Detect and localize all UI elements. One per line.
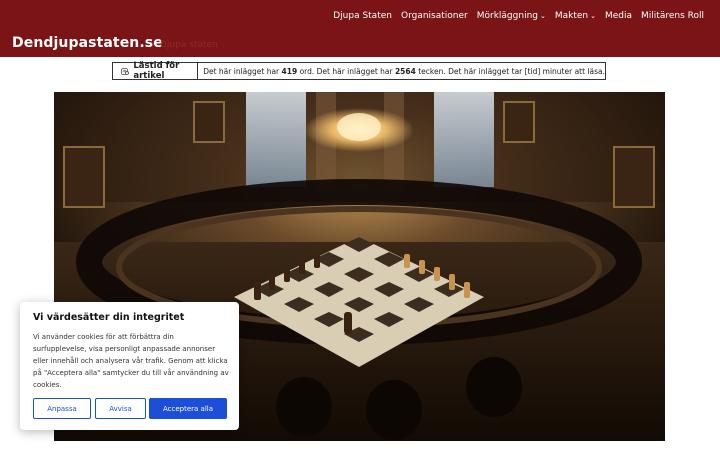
customize-button[interactable]: Anpassa xyxy=(33,398,91,419)
nav-item-label: Makten xyxy=(554,11,589,21)
nav-item-djupa-staten[interactable]: Djupa Staten xyxy=(333,11,392,21)
reading-stats: Det här inlägget har 419 ord. Det här in… xyxy=(198,67,605,76)
reading-time-label: Lästid för artikel xyxy=(133,61,180,81)
nav-item-label: Mörkläggning xyxy=(476,11,538,21)
nav-item-media[interactable]: Media xyxy=(605,11,632,21)
accept-all-button[interactable]: Acceptera alla xyxy=(149,398,227,419)
nav-item-organisationer[interactable]: Organisationer xyxy=(401,11,468,21)
nav-item-label: Organisationer xyxy=(400,11,468,21)
nav-item-label: Media xyxy=(605,11,633,21)
cookie-consent-banner: Vi värdesätter din integritet Vi använde… xyxy=(20,302,239,430)
reading-stats-text-3: tecken. Det här inlägget tar [tid] minut… xyxy=(415,66,605,76)
nav-item-morklaggning[interactable]: Mörkläggning ⌄ xyxy=(477,11,546,21)
reading-time-label-box: Lästid för artikel xyxy=(113,61,199,81)
nav-item-militarens-roll[interactable]: Militärens Roll xyxy=(641,11,704,21)
chevron-down-icon: ⌄ xyxy=(539,11,546,20)
main-nav: Djupa Staten Organisationer Mörkläggning… xyxy=(333,11,704,21)
chevron-down-icon: ⌄ xyxy=(590,11,596,20)
site-header: Dendjupastaten.se Djupa staten Djupa Sta… xyxy=(0,0,720,57)
cookie-title: Vi värdesätter din integritet xyxy=(33,312,185,323)
char-count: 2564 xyxy=(394,66,416,76)
cookie-body-text: Vi använder cookies för att förbättra di… xyxy=(33,333,229,389)
reading-stats-text-1: Det här inlägget har xyxy=(203,66,282,76)
site-tagline: Djupa staten xyxy=(160,40,218,50)
nav-item-makten[interactable]: Makten ⌄ xyxy=(555,11,596,21)
nav-item-label: Djupa Staten xyxy=(333,11,392,21)
reading-stats-text-2: ord. Det här inlägget har xyxy=(297,66,395,76)
nav-item-label: Militärens Roll xyxy=(641,11,704,21)
reading-time-bar: Lästid för artikel Det här inlägget har … xyxy=(112,61,606,81)
reading-time-icon xyxy=(121,67,129,75)
site-title[interactable]: Dendjupastaten.se xyxy=(12,35,163,51)
word-count: 419 xyxy=(281,66,298,76)
reject-button[interactable]: Avvisa xyxy=(95,398,146,419)
